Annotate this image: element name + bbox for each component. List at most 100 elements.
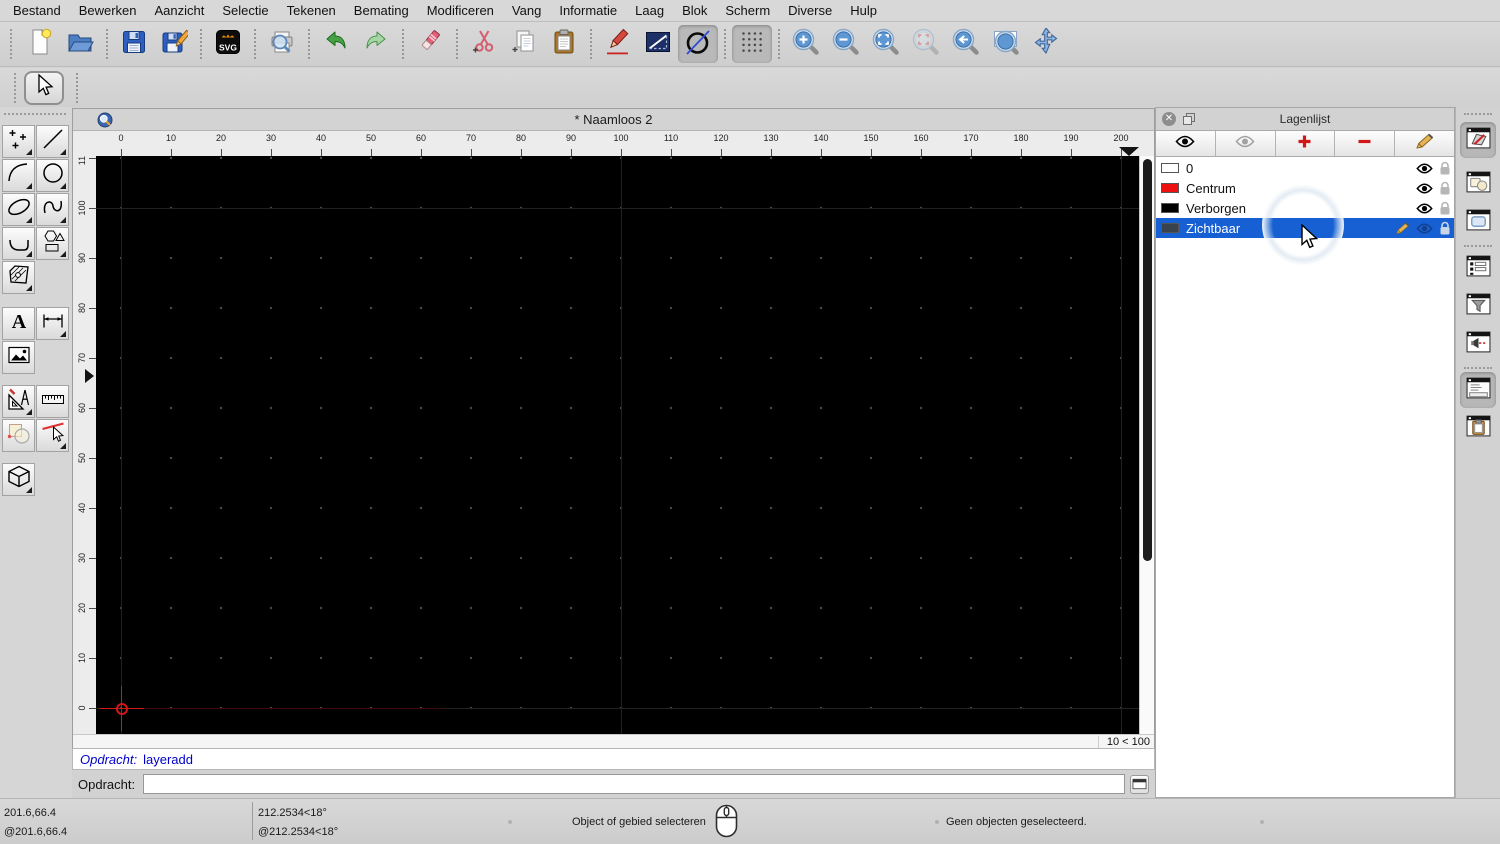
dimension-tool-button[interactable] xyxy=(36,307,69,340)
zoom-pan-button[interactable] xyxy=(1026,25,1066,63)
panel-command-toggle-button[interactable] xyxy=(1460,372,1496,408)
vertical-scrollbar-thumb[interactable] xyxy=(1143,159,1152,561)
print-preview-button[interactable] xyxy=(262,25,302,63)
ellipse-tool-button[interactable] xyxy=(2,193,35,226)
points-tool-button[interactable] xyxy=(2,125,35,158)
layer-lock-icon[interactable] xyxy=(1439,181,1451,196)
layer-visibility-icon[interactable] xyxy=(1416,203,1433,214)
modify-tool-button[interactable] xyxy=(2,419,35,452)
menu-hulp[interactable]: Hulp xyxy=(841,1,886,20)
palette-grip[interactable] xyxy=(4,113,66,115)
vertical-scrollbar[interactable] xyxy=(1139,156,1154,734)
spline-icon xyxy=(40,194,66,225)
layer-lock-icon[interactable] xyxy=(1439,201,1451,216)
zoom-window-button[interactable] xyxy=(986,25,1026,63)
layer-row-zichtbaar[interactable]: Zichtbaar xyxy=(1156,218,1454,238)
edit-layer-icon[interactable] xyxy=(1395,222,1410,235)
layer-row-0[interactable]: 0 xyxy=(1156,158,1454,178)
zoom-out-button[interactable] xyxy=(826,25,866,63)
zoom-select-button[interactable] xyxy=(906,25,946,63)
cut-button[interactable] xyxy=(464,25,504,63)
menu-informatie[interactable]: Informatie xyxy=(550,1,626,20)
menu-bemating[interactable]: Bemating xyxy=(345,1,418,20)
save-as-button[interactable] xyxy=(154,25,194,63)
layer-color-swatch xyxy=(1161,163,1179,173)
panel-view-toggle-button[interactable] xyxy=(1460,326,1496,362)
h-ruler-label: 100 xyxy=(613,133,629,143)
grid-toggle-button[interactable] xyxy=(732,25,772,63)
panel-library-toggle-button[interactable] xyxy=(1460,204,1496,240)
layer-visibility-icon[interactable] xyxy=(1416,163,1433,174)
add-layer-button[interactable] xyxy=(1275,131,1336,157)
menu-tekenen[interactable]: Tekenen xyxy=(278,1,345,20)
remove-layer-button[interactable] xyxy=(1335,131,1396,157)
spline-tool-button[interactable] xyxy=(36,193,69,226)
save-button[interactable] xyxy=(114,25,154,63)
line-tool-button[interactable] xyxy=(36,125,69,158)
layer-row-centrum[interactable]: Centrum xyxy=(1156,178,1454,198)
text-tool-button[interactable]: A xyxy=(2,307,35,340)
panel-properties-toggle-button[interactable] xyxy=(1460,250,1496,286)
points-icon xyxy=(6,126,32,157)
drafting-tool-button[interactable] xyxy=(2,385,35,418)
menu-diverse[interactable]: Diverse xyxy=(779,1,841,20)
toolbar-grip[interactable] xyxy=(10,29,12,59)
menu-laag[interactable]: Laag xyxy=(626,1,673,20)
zoom-in-button[interactable] xyxy=(786,25,826,63)
selection-arrow-button[interactable] xyxy=(24,70,64,105)
undo-button[interactable] xyxy=(316,25,356,63)
drawing-window-titlebar[interactable]: * Naamloos 2 xyxy=(73,109,1154,131)
paste-button[interactable] xyxy=(544,25,584,63)
svg-export-button[interactable]: SVG xyxy=(208,25,248,63)
menu-vang[interactable]: Vang xyxy=(503,1,550,20)
panel-layers-toggle-button[interactable] xyxy=(1460,122,1496,158)
menu-scherm[interactable]: Scherm xyxy=(716,1,779,20)
polyline-tool-button[interactable] xyxy=(2,227,35,260)
circle-line-tool-button[interactable] xyxy=(678,25,718,63)
layer-visibility-icon[interactable] xyxy=(1416,183,1433,194)
drawing-canvas[interactable] xyxy=(96,156,1139,734)
menu-modificeren[interactable]: Modificeren xyxy=(418,1,503,20)
hatch-tool-button[interactable] xyxy=(2,261,35,294)
redo-button[interactable] xyxy=(356,25,396,63)
panel-filter-toggle-button[interactable] xyxy=(1460,288,1496,324)
eraser-button[interactable] xyxy=(410,25,450,63)
select-entity-tool-button[interactable] xyxy=(36,419,69,452)
mouse-icon xyxy=(715,804,738,841)
toolbar-separator xyxy=(200,29,202,59)
menu-bewerken[interactable]: Bewerken xyxy=(70,1,146,20)
horizontal-scrollbar[interactable]: 10 < 100 xyxy=(73,734,1154,749)
new-file-button[interactable] xyxy=(20,25,60,63)
menu-bestand[interactable]: Bestand xyxy=(4,1,70,20)
command-input[interactable] xyxy=(143,774,1125,794)
zoom-previous-button[interactable] xyxy=(946,25,986,63)
panel-clipboard-toggle-button[interactable] xyxy=(1460,410,1496,446)
menu-selectie[interactable]: Selectie xyxy=(213,1,277,20)
copy-button[interactable] xyxy=(504,25,544,63)
measure-tool-button[interactable] xyxy=(36,385,69,418)
draw-pencil-button[interactable] xyxy=(598,25,638,63)
polyline-tool-button[interactable] xyxy=(638,25,678,63)
command-detach-button[interactable] xyxy=(1130,774,1149,794)
show-all-layers-button[interactable] xyxy=(1156,131,1216,157)
hide-all-layers-button[interactable] xyxy=(1215,131,1276,157)
v-ruler-label: 80 xyxy=(77,303,87,314)
menu-aanzicht[interactable]: Aanzicht xyxy=(146,1,214,20)
menu-blok[interactable]: Blok xyxy=(673,1,716,20)
panel-blocks-toggle-button[interactable] xyxy=(1460,166,1496,202)
arc-tool-button[interactable] xyxy=(2,159,35,192)
zoom-auto-button[interactable] xyxy=(866,25,906,63)
layer-lock-icon[interactable] xyxy=(1439,161,1451,176)
shapes-tool-button[interactable] xyxy=(36,227,69,260)
open-file-button[interactable] xyxy=(60,25,100,63)
circle-tool-button[interactable] xyxy=(36,159,69,192)
dock-grip[interactable] xyxy=(1464,113,1492,115)
toolbar-grip[interactable] xyxy=(14,72,16,103)
layer-lock-icon[interactable] xyxy=(1439,221,1451,236)
layer-row-verborgen[interactable]: Verborgen xyxy=(1156,198,1454,218)
layer-visibility-icon[interactable] xyxy=(1416,223,1433,234)
box3d-tool-button[interactable] xyxy=(2,463,35,496)
edit-layer-button[interactable] xyxy=(1395,131,1454,157)
zoom-pan-icon xyxy=(1032,26,1060,61)
image-tool-button[interactable] xyxy=(2,341,35,374)
